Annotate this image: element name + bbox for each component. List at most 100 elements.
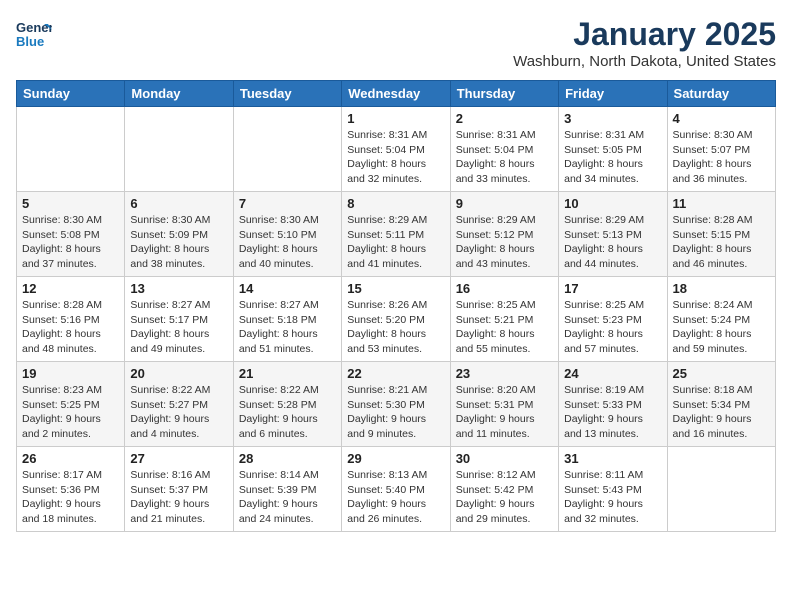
- day-number: 2: [456, 111, 553, 126]
- calendar-cell: 10Sunrise: 8:29 AM Sunset: 5:13 PM Dayli…: [559, 192, 667, 277]
- day-info: Sunrise: 8:30 AM Sunset: 5:10 PM Dayligh…: [239, 213, 336, 272]
- calendar-cell: 29Sunrise: 8:13 AM Sunset: 5:40 PM Dayli…: [342, 447, 450, 532]
- calendar-cell: 11 Sunrise: 8:28 AM Sunset: 5:15 PM Dayli…: [667, 192, 775, 277]
- calendar-cell: 3 Sunrise: 8:31 AM Sunset: 5:05 PM Daylig…: [559, 107, 667, 192]
- day-number: 27: [130, 451, 227, 466]
- day-number: 26: [22, 451, 119, 466]
- day-info: Sunrise: 8:19 AM Sunset: 5:33 PM Dayligh…: [564, 383, 661, 442]
- day-info: Sunrise: 8:14 AM Sunset: 5:39 PM Dayligh…: [239, 468, 336, 527]
- day-number: 23: [456, 366, 553, 381]
- day-info: Sunrise: 8:29 AM Sunset: 5:11 PM Dayligh…: [347, 213, 444, 272]
- calendar-cell: 23Sunrise: 8:20 AM Sunset: 5:31 PM Dayli…: [450, 362, 558, 447]
- week-row-4: 19Sunrise: 8:23 AM Sunset: 5:25 PM Dayli…: [17, 362, 776, 447]
- calendar-cell: 6 Sunrise: 8:30 AM Sunset: 5:09 PM Daylig…: [125, 192, 233, 277]
- day-info: Sunrise: 8:13 AM Sunset: 5:40 PM Dayligh…: [347, 468, 444, 527]
- calendar-cell: 19Sunrise: 8:23 AM Sunset: 5:25 PM Dayli…: [17, 362, 125, 447]
- day-info: Sunrise: 8:27 AM Sunset: 5:18 PM Dayligh…: [239, 298, 336, 357]
- day-info: Sunrise: 8:30 AM Sunset: 5:09 PM Dayligh…: [130, 213, 227, 272]
- calendar-cell: 1 Sunrise: 8:31 AM Sunset: 5:04 PM Daylig…: [342, 107, 450, 192]
- day-number: 31: [564, 451, 661, 466]
- day-info: Sunrise: 8:28 AM Sunset: 5:16 PM Dayligh…: [22, 298, 119, 357]
- calendar-cell: 9 Sunrise: 8:29 AM Sunset: 5:12 PM Daylig…: [450, 192, 558, 277]
- day-number: 3: [564, 111, 661, 126]
- calendar-cell: 5 Sunrise: 8:30 AM Sunset: 5:08 PM Daylig…: [17, 192, 125, 277]
- weekday-header-thursday: Thursday: [450, 81, 558, 107]
- day-number: 25: [673, 366, 770, 381]
- day-info: Sunrise: 8:29 AM Sunset: 5:12 PM Dayligh…: [456, 213, 553, 272]
- day-number: 21: [239, 366, 336, 381]
- calendar-cell: [233, 107, 341, 192]
- calendar-cell: 24 Sunrise: 8:19 AM Sunset: 5:33 PM Dayli…: [559, 362, 667, 447]
- calendar-cell: 8 Sunrise: 8:29 AM Sunset: 5:11 PM Daylig…: [342, 192, 450, 277]
- calendar-cell: 18 Sunrise: 8:24 AM Sunset: 5:24 PM Dayli…: [667, 277, 775, 362]
- day-number: 13: [130, 281, 227, 296]
- day-number: 28: [239, 451, 336, 466]
- day-info: Sunrise: 8:11 AM Sunset: 5:43 PM Dayligh…: [564, 468, 661, 527]
- weekday-header-monday: Monday: [125, 81, 233, 107]
- day-info: Sunrise: 8:30 AM Sunset: 5:08 PM Dayligh…: [22, 213, 119, 272]
- logo-icon: General Blue: [16, 16, 52, 52]
- day-info: Sunrise: 8:31 AM Sunset: 5:05 PM Dayligh…: [564, 128, 661, 187]
- week-row-1: 1 Sunrise: 8:31 AM Sunset: 5:04 PM Daylig…: [17, 107, 776, 192]
- weekday-header-sunday: Sunday: [17, 81, 125, 107]
- page-header: General Blue January 2025 Washburn, Nort…: [16, 16, 776, 70]
- title-block: January 2025 Washburn, North Dakota, Uni…: [513, 16, 776, 70]
- day-number: 19: [22, 366, 119, 381]
- day-number: 6: [130, 196, 227, 211]
- day-number: 1: [347, 111, 444, 126]
- day-number: 17: [564, 281, 661, 296]
- day-number: 5: [22, 196, 119, 211]
- day-number: 14: [239, 281, 336, 296]
- day-number: 24: [564, 366, 661, 381]
- weekday-header-friday: Friday: [559, 81, 667, 107]
- day-info: Sunrise: 8:28 AM Sunset: 5:15 PM Dayligh…: [673, 213, 770, 272]
- calendar-title: January 2025: [513, 16, 776, 53]
- calendar-cell: 15Sunrise: 8:26 AM Sunset: 5:20 PM Dayli…: [342, 277, 450, 362]
- day-info: Sunrise: 8:16 AM Sunset: 5:37 PM Dayligh…: [130, 468, 227, 527]
- day-number: 11: [673, 196, 770, 211]
- day-number: 18: [673, 281, 770, 296]
- day-info: Sunrise: 8:22 AM Sunset: 5:28 PM Dayligh…: [239, 383, 336, 442]
- day-info: Sunrise: 8:21 AM Sunset: 5:30 PM Dayligh…: [347, 383, 444, 442]
- day-number: 22: [347, 366, 444, 381]
- day-info: Sunrise: 8:24 AM Sunset: 5:24 PM Dayligh…: [673, 298, 770, 357]
- week-row-5: 26 Sunrise: 8:17 AM Sunset: 5:36 PM Dayli…: [17, 447, 776, 532]
- weekday-header-saturday: Saturday: [667, 81, 775, 107]
- day-info: Sunrise: 8:31 AM Sunset: 5:04 PM Dayligh…: [347, 128, 444, 187]
- calendar-cell: 27 Sunrise: 8:16 AM Sunset: 5:37 PM Dayli…: [125, 447, 233, 532]
- day-number: 30: [456, 451, 553, 466]
- calendar-cell: 31 Sunrise: 8:11 AM Sunset: 5:43 PM Dayli…: [559, 447, 667, 532]
- day-info: Sunrise: 8:18 AM Sunset: 5:34 PM Dayligh…: [673, 383, 770, 442]
- calendar-cell: 22 Sunrise: 8:21 AM Sunset: 5:30 PM Dayli…: [342, 362, 450, 447]
- day-info: Sunrise: 8:22 AM Sunset: 5:27 PM Dayligh…: [130, 383, 227, 442]
- day-info: Sunrise: 8:17 AM Sunset: 5:36 PM Dayligh…: [22, 468, 119, 527]
- calendar-subtitle: Washburn, North Dakota, United States: [513, 53, 776, 70]
- weekday-header-tuesday: Tuesday: [233, 81, 341, 107]
- day-number: 4: [673, 111, 770, 126]
- day-info: Sunrise: 8:25 AM Sunset: 5:23 PM Dayligh…: [564, 298, 661, 357]
- day-number: 7: [239, 196, 336, 211]
- logo: General Blue: [16, 16, 52, 52]
- calendar-cell: 12 Sunrise: 8:28 AM Sunset: 5:16 PM Dayli…: [17, 277, 125, 362]
- day-number: 10: [564, 196, 661, 211]
- svg-text:General: General: [16, 20, 52, 35]
- day-info: Sunrise: 8:31 AM Sunset: 5:04 PM Dayligh…: [456, 128, 553, 187]
- calendar-cell: 17 Sunrise: 8:25 AM Sunset: 5:23 PM Dayli…: [559, 277, 667, 362]
- calendar-cell: 7 Sunrise: 8:30 AM Sunset: 5:10 PM Daylig…: [233, 192, 341, 277]
- calendar-cell: 4Sunrise: 8:30 AM Sunset: 5:07 PM Daylig…: [667, 107, 775, 192]
- day-number: 12: [22, 281, 119, 296]
- calendar-cell: 21 Sunrise: 8:22 AM Sunset: 5:28 PM Dayli…: [233, 362, 341, 447]
- calendar-cell: 16 Sunrise: 8:25 AM Sunset: 5:21 PM Dayli…: [450, 277, 558, 362]
- svg-text:Blue: Blue: [16, 34, 44, 49]
- week-row-3: 12 Sunrise: 8:28 AM Sunset: 5:16 PM Dayli…: [17, 277, 776, 362]
- day-info: Sunrise: 8:25 AM Sunset: 5:21 PM Dayligh…: [456, 298, 553, 357]
- day-number: 9: [456, 196, 553, 211]
- calendar-cell: [667, 447, 775, 532]
- calendar-cell: [17, 107, 125, 192]
- day-number: 8: [347, 196, 444, 211]
- day-info: Sunrise: 8:27 AM Sunset: 5:17 PM Dayligh…: [130, 298, 227, 357]
- calendar-table: SundayMondayTuesdayWednesdayThursdayFrid…: [16, 80, 776, 532]
- weekday-header-wednesday: Wednesday: [342, 81, 450, 107]
- day-number: 16: [456, 281, 553, 296]
- calendar-cell: 14 Sunrise: 8:27 AM Sunset: 5:18 PM Dayli…: [233, 277, 341, 362]
